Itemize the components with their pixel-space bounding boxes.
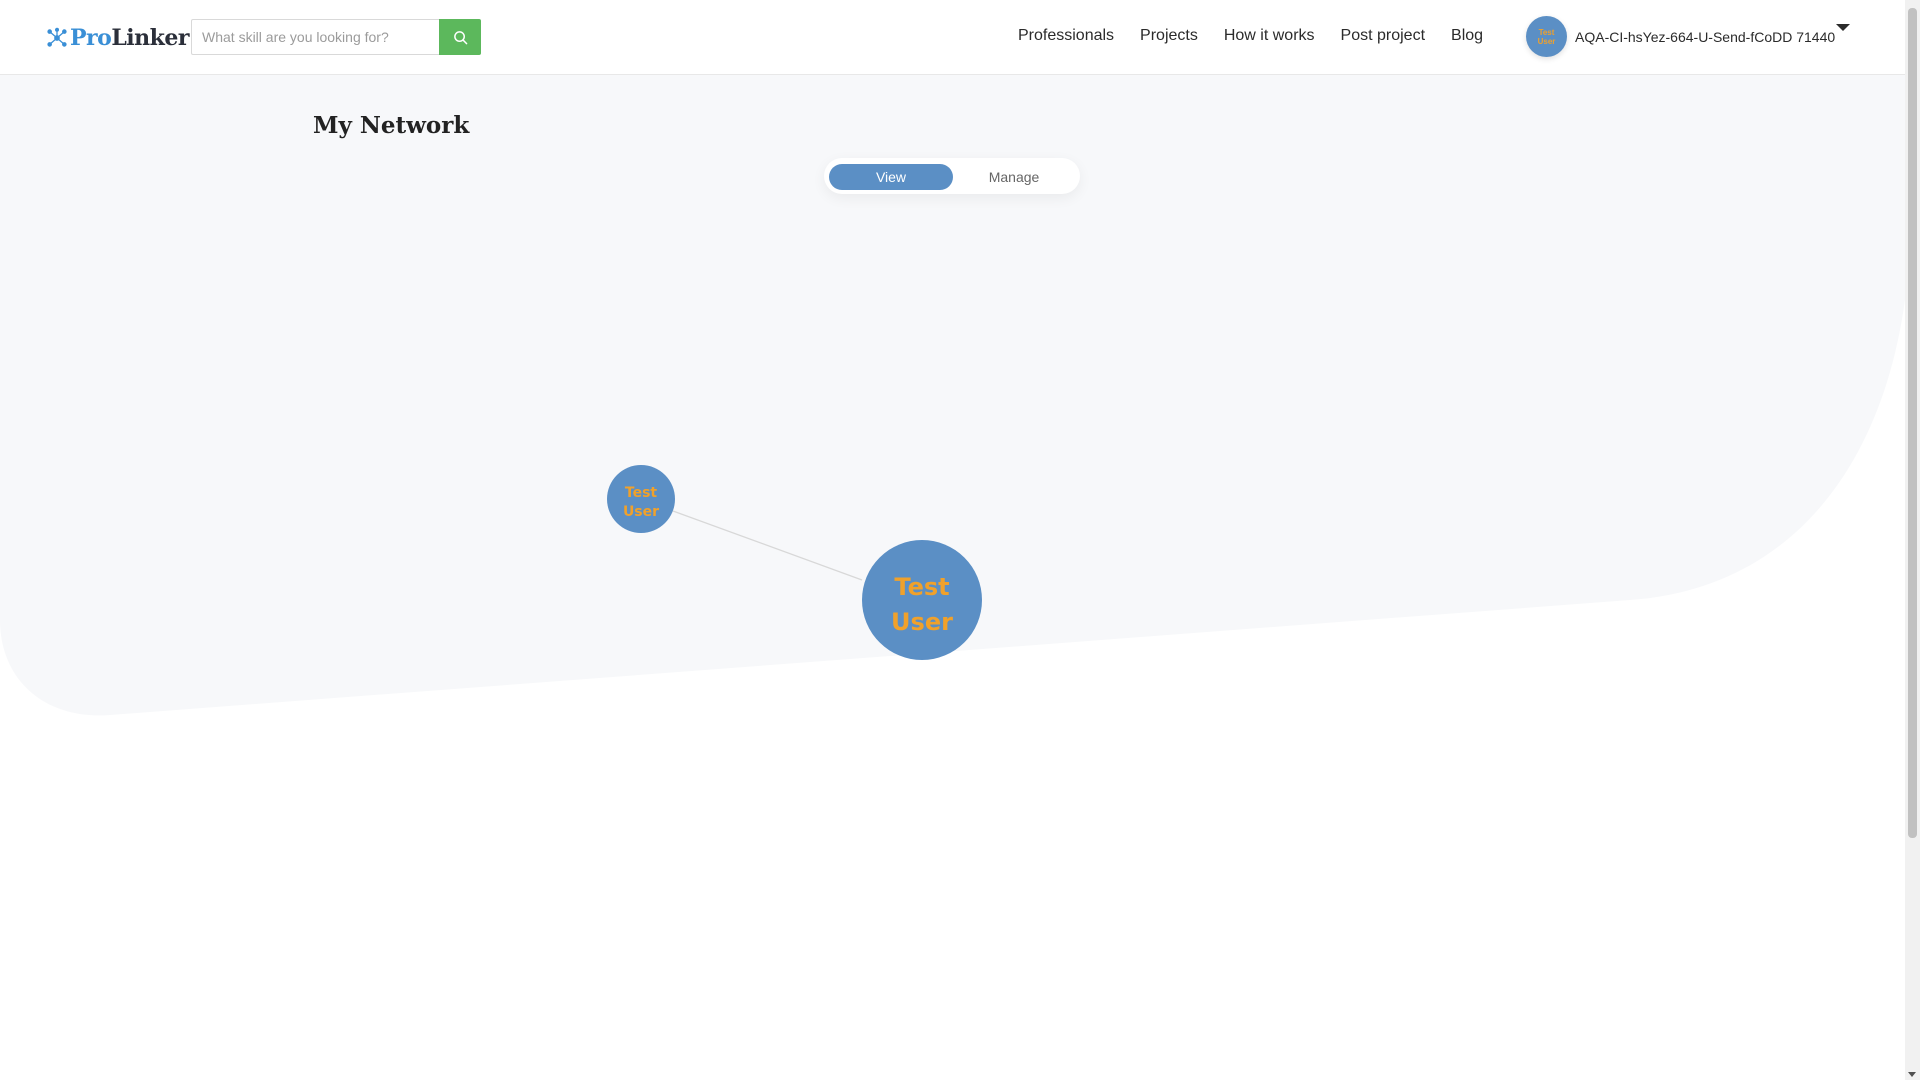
avatar-text-line2: User [1537,36,1556,46]
main-nav: Professionals Projects How it works Post… [1018,25,1509,47]
search-icon [453,30,467,44]
nav-post-project[interactable]: Post project [1341,25,1425,47]
network-node-connection[interactable]: Test User [607,465,675,533]
network-logo-icon [47,27,67,47]
tab-view[interactable]: View [829,164,953,190]
network-node-me[interactable]: Test User [862,540,982,660]
node-label-line1: Test [625,485,658,501]
user-menu[interactable]: Test User AQA-CI-hsYez-664-U-Send-fCoDD … [1526,16,1835,57]
prolinker-logo[interactable]: Pro Linker [46,24,189,52]
node-label-line2: User [623,504,659,520]
skill-search [191,19,481,55]
top-navbar: ProLinker Professionals Projects How it … [0,0,1905,75]
skill-search-input[interactable] [191,19,440,55]
page-scrollbar[interactable] [1905,0,1920,1080]
scrollbar-thumb[interactable] [1908,8,1917,838]
node-label-line2: User [891,608,953,636]
nav-projects[interactable]: Projects [1140,25,1198,47]
page-title: My Network [313,112,470,139]
logo-text-pro: Pro [70,25,112,51]
avatar-text-line1: Test [1538,27,1555,37]
avatar[interactable]: Test User [1526,16,1567,57]
nav-professionals[interactable]: Professionals [1018,25,1114,47]
logo-text-linker: Linker [111,25,189,51]
network-link [672,510,863,581]
search-button[interactable] [439,19,481,55]
nav-blog[interactable]: Blog [1451,25,1483,47]
user-name[interactable]: AQA-CI-hsYez-664-U-Send-fCoDD 71440 [1575,29,1835,45]
nav-how-it-works[interactable]: How it works [1224,25,1315,47]
chevron-down-icon[interactable] [1836,24,1850,31]
view-manage-toggle: View Manage [824,158,1080,194]
scroll-down-arrow-icon[interactable] [1908,1072,1916,1077]
tab-manage[interactable]: Manage [952,164,1076,190]
node-label-line1: Test [894,573,949,601]
